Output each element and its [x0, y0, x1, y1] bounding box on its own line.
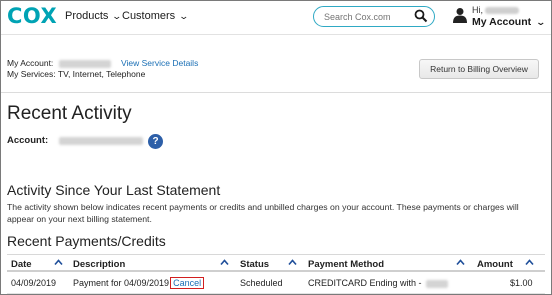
- my-account-text: My Account: [472, 16, 532, 28]
- payments-table: Date Description Status Payment Method A…: [7, 254, 545, 294]
- account-label: Account:: [7, 135, 49, 146]
- column-header-date[interactable]: Date: [11, 259, 32, 270]
- greeting: Hi,: [472, 5, 519, 15]
- column-header-amount[interactable]: Amount: [477, 259, 513, 270]
- nav-products[interactable]: Products ⌄: [65, 10, 123, 22]
- column-header-payment-method[interactable]: Payment Method: [308, 259, 384, 270]
- cox-logo[interactable]: COX: [7, 4, 57, 28]
- payment-method-text: CREDITCARD Ending with -: [308, 278, 422, 288]
- redacted-card-digits: [426, 279, 449, 288]
- recent-payments-title: Recent Payments/Credits: [7, 233, 166, 249]
- view-service-details-link[interactable]: View Service Details: [121, 58, 198, 68]
- activity-since-statement-title: Activity Since Your Last Statement: [7, 182, 221, 198]
- redacted-account-number: [58, 59, 111, 68]
- cancel-payment-link[interactable]: Cancel: [170, 277, 205, 289]
- sort-up-icon[interactable]: [525, 258, 534, 267]
- search-input[interactable]: [324, 9, 410, 24]
- help-icon[interactable]: ?: [148, 134, 163, 149]
- user-icon: [453, 8, 467, 23]
- redacted-account-value: [59, 137, 143, 145]
- sort-up-icon[interactable]: [220, 258, 229, 267]
- cell-amount: $1.00: [510, 278, 533, 288]
- nav-products-label: Products: [65, 10, 109, 22]
- column-header-status[interactable]: Status: [240, 259, 269, 270]
- nav-customers-label: Customers: [122, 10, 176, 22]
- cell-status: Scheduled: [240, 278, 283, 288]
- chevron-down-icon: ⌄: [178, 10, 190, 21]
- sort-up-icon[interactable]: [54, 258, 63, 267]
- chevron-down-icon: ⌄: [535, 17, 547, 27]
- description-text: Payment for 04/09/2019: [73, 278, 170, 288]
- cell-date: 04/09/2019: [11, 278, 57, 288]
- nav-customers[interactable]: Customers ⌄: [122, 10, 190, 22]
- table-header: Date Description Status Payment Method A…: [7, 254, 545, 272]
- activity-description: The activity shown below indicates recen…: [7, 202, 519, 224]
- search-box: [313, 6, 435, 27]
- my-services-value: TV, Internet, Telephone: [57, 69, 146, 79]
- my-account-row: My Account:: [7, 58, 111, 68]
- cell-payment-method: CREDITCARD Ending with -: [308, 278, 449, 288]
- greeting-text: Hi,: [472, 5, 483, 15]
- cell-description: Payment for 04/09/2019 Cancel: [73, 277, 205, 289]
- redacted-name: [485, 7, 519, 15]
- return-to-billing-overview-button[interactable]: Return to Billing Overview: [419, 59, 539, 79]
- my-services-row: My Services: TV, Internet, Telephone: [7, 69, 145, 79]
- table-row: 04/09/2019 Payment for 04/09/2019 Cancel …: [7, 272, 545, 294]
- my-account-menu[interactable]: Hi, My Account ⌄: [453, 5, 549, 31]
- account-summary-bar: My Account: View Service Details My Serv…: [1, 48, 551, 93]
- my-account-label: My Account:: [7, 58, 54, 68]
- sort-up-icon[interactable]: [288, 258, 297, 267]
- chevron-down-icon: ⌄: [111, 10, 123, 21]
- my-account-label: My Account ⌄: [472, 16, 547, 28]
- sort-up-icon[interactable]: [456, 258, 465, 267]
- recent-activity-title: Recent Activity: [7, 103, 132, 124]
- my-services-label: My Services:: [7, 69, 56, 79]
- search-icon[interactable]: [414, 9, 428, 23]
- column-header-description[interactable]: Description: [73, 259, 125, 270]
- top-header: COX Products ⌄ Customers ⌄ Hi, My Accoun…: [1, 1, 551, 35]
